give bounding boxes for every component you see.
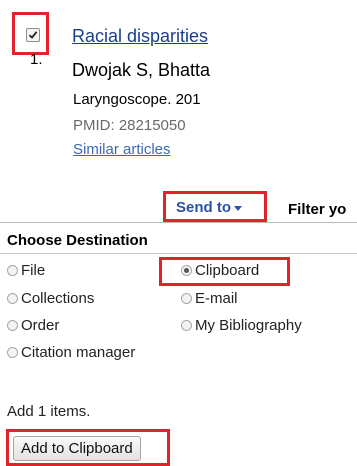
choose-destination-header: Choose Destination [7,232,148,249]
collections-radio[interactable] [7,293,18,304]
send-to-dropdown[interactable]: Send to [176,199,242,216]
destination-collections[interactable]: Collections [7,290,94,307]
destination-clipboard[interactable]: Clipboard [181,262,259,279]
result-pmid: PMID: 28215050 [73,117,186,134]
citation-manager-radio[interactable] [7,347,18,358]
filter-label: Filter yo [288,201,347,218]
destination-my-bibliography[interactable]: My Bibliography [181,317,302,334]
destination-email[interactable]: E-mail [181,290,238,307]
destination-file-label: File [21,262,46,279]
my-bibliography-radio[interactable] [181,320,192,331]
chevron-down-icon [234,205,242,211]
destination-file[interactable]: File [7,262,45,279]
destination-email-label: E-mail [195,290,238,307]
checkmark-icon [28,31,38,39]
similar-articles-link[interactable]: Similar articles [73,141,171,158]
file-radio[interactable] [7,265,18,276]
order-radio[interactable] [7,320,18,331]
add-to-clipboard-button[interactable]: Add to Clipboard [13,436,141,461]
destination-citation-manager[interactable]: Citation manager [7,344,135,361]
clipboard-radio[interactable] [181,265,192,276]
result-number: 1. [30,51,43,68]
panel-divider [0,253,357,254]
destination-order-label: Order [21,317,60,334]
result-title-link[interactable]: Racial disparities [72,26,357,47]
result-authors: Dwojak S, Bhatta [72,60,211,80]
email-radio[interactable] [181,293,192,304]
destination-citation-manager-label: Citation manager [21,344,136,361]
destination-collections-label: Collections [21,290,95,307]
result-journal: Laryngoscope. 201 [73,91,201,108]
add-items-count: Add 1 items. [7,403,91,420]
destination-my-bibliography-label: My Bibliography [195,317,302,334]
destination-order[interactable]: Order [7,317,59,334]
send-to-label: Send to [176,199,231,216]
result-checkbox[interactable] [26,28,40,42]
destination-clipboard-label: Clipboard [195,262,260,279]
